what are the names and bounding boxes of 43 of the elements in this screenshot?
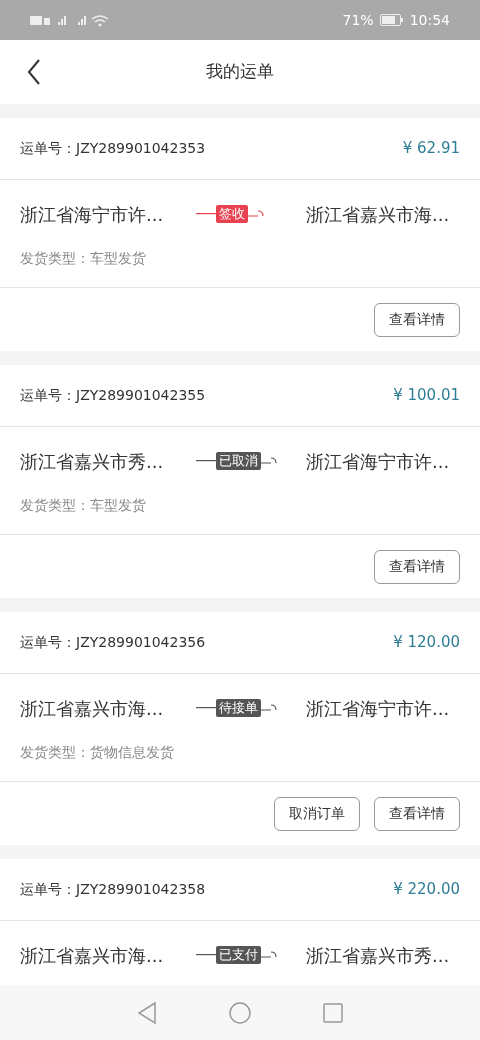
status-badge: 签收 bbox=[216, 205, 248, 223]
connector-line bbox=[196, 460, 216, 462]
back-triangle-icon[interactable] bbox=[137, 1001, 157, 1024]
origin-address: 浙江省嘉兴市秀... bbox=[20, 449, 165, 474]
battery-percent: 71% bbox=[342, 10, 374, 30]
status-badge: 已支付 bbox=[216, 946, 261, 964]
hook-icon bbox=[248, 209, 266, 219]
order-price: ¥ 100.01 bbox=[393, 385, 460, 407]
battery-icon bbox=[379, 14, 404, 26]
order-number: 运单号：JZY289901042356 bbox=[20, 633, 206, 652]
destination-address: 浙江省海宁市许... bbox=[305, 696, 451, 721]
hook-icon bbox=[261, 950, 279, 960]
hook-icon bbox=[261, 703, 279, 713]
order-price: ¥ 120.00 bbox=[393, 632, 460, 654]
hook-icon bbox=[261, 456, 279, 466]
destination-address: 浙江省海宁市许... bbox=[305, 449, 451, 474]
origin-address: 浙江省嘉兴市海... bbox=[20, 696, 165, 721]
shipping-type: 发货类型：货物信息发货 bbox=[20, 743, 175, 762]
order-number: 运单号：JZY289901042358 bbox=[20, 880, 206, 899]
order-number: 运单号：JZY289901042355 bbox=[20, 386, 206, 405]
origin-address: 浙江省嘉兴市海... bbox=[20, 943, 165, 968]
destination-address: 浙江省嘉兴市秀... bbox=[305, 943, 451, 968]
shipping-type: 发货类型：车型发货 bbox=[20, 249, 147, 268]
order-number: 运单号：JZY289901042353 bbox=[20, 139, 206, 158]
origin-address: 浙江省海宁市许... bbox=[20, 202, 165, 227]
connector-line bbox=[196, 954, 216, 956]
back-icon bbox=[27, 59, 41, 85]
destination-address: 浙江省嘉兴市海... bbox=[305, 202, 451, 227]
order-price: ¥ 220.00 bbox=[393, 879, 460, 901]
action-button[interactable]: 取消订单 bbox=[274, 796, 360, 831]
connector-line bbox=[196, 707, 216, 709]
order-price: ¥ 62.91 bbox=[402, 138, 460, 160]
status-badge: 已取消 bbox=[216, 452, 261, 470]
action-button[interactable]: 查看详情 bbox=[374, 549, 460, 584]
recents-square-icon[interactable] bbox=[323, 1002, 343, 1023]
shipping-type: 发货类型：车型发货 bbox=[20, 496, 147, 515]
connector-line bbox=[196, 213, 216, 215]
page-title: 我的运单 bbox=[206, 60, 274, 84]
clock: 10:54 bbox=[409, 10, 450, 30]
status-badge: 待接单 bbox=[216, 699, 261, 717]
action-button[interactable]: 查看详情 bbox=[374, 302, 460, 337]
home-circle-icon[interactable] bbox=[229, 1001, 251, 1024]
action-button[interactable]: 查看详情 bbox=[374, 796, 460, 831]
